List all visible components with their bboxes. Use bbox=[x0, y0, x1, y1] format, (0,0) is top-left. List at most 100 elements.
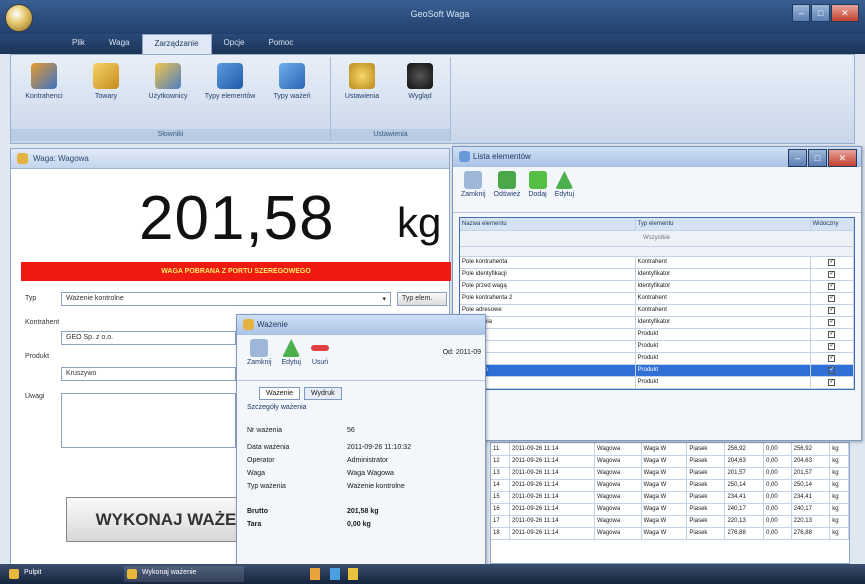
close-list-button[interactable]: Zamknij bbox=[461, 171, 486, 212]
element-visible-cell: ✓ bbox=[810, 304, 854, 317]
notes-textarea[interactable] bbox=[61, 393, 236, 448]
contractor-field[interactable]: GEO Sp. z o.o. bbox=[61, 331, 236, 345]
table-cell: 2011-09-26 11:14 bbox=[509, 515, 596, 528]
app-menu-button[interactable] bbox=[5, 4, 33, 32]
visible-checkbox[interactable]: ✓ bbox=[828, 366, 836, 374]
table-cell: kg bbox=[829, 515, 849, 528]
contractors-button[interactable]: Kontrahenci bbox=[15, 63, 73, 121]
maximize-button[interactable]: □ bbox=[807, 149, 827, 167]
table-row[interactable]: 13 2011-09-26 11:14 Wagowa Waga W Piasek 201,… bbox=[491, 467, 849, 480]
appearance-icon bbox=[407, 63, 433, 89]
refresh-button[interactable]: Odśwież bbox=[494, 171, 520, 212]
delete-weighing-button[interactable]: Usuń bbox=[310, 339, 329, 380]
column-header-name[interactable]: Nazwa elementu bbox=[460, 218, 636, 231]
column-header-visible[interactable]: Widoczny bbox=[810, 218, 854, 231]
users-button[interactable]: Użytkownicy bbox=[139, 63, 197, 121]
table-cell: 250,14 bbox=[791, 479, 831, 492]
minimize-button[interactable]: – bbox=[788, 149, 807, 167]
product-field[interactable]: Kruszywo bbox=[61, 367, 236, 381]
close-weighing-button[interactable]: Zamknij bbox=[247, 339, 272, 380]
element-type-button[interactable]: Typ elem. bbox=[397, 292, 447, 306]
list-item[interactable]: Pole przed wagą Identyfikator ✓ bbox=[460, 280, 854, 293]
edit-weighing-button[interactable]: Edytuj bbox=[282, 339, 301, 380]
weight-value: 201,58 bbox=[139, 184, 335, 253]
list-item[interactable]: Pole adresowe Kontrahent ✓ bbox=[460, 304, 854, 317]
table-row[interactable]: 14 2011-09-26 11:14 Wagowa Waga W Piasek 250,… bbox=[491, 479, 849, 492]
table-cell: kg bbox=[829, 503, 849, 516]
table-row[interactable]: 12 2011-09-26 11:14 Wagowa Waga W Piasek 204,… bbox=[491, 455, 849, 468]
element-type: Produkt bbox=[635, 340, 811, 353]
appearance-button[interactable]: Wygląd bbox=[391, 63, 449, 121]
table-cell: Waga W bbox=[641, 443, 688, 456]
visible-checkbox[interactable]: ✓ bbox=[828, 306, 836, 314]
element-name: Nr ważenia bbox=[460, 316, 636, 329]
visible-checkbox[interactable]: ✓ bbox=[828, 342, 836, 350]
settings-button[interactable]: Ustawienia bbox=[333, 63, 391, 121]
taskbar-item-desktop[interactable]: Pulpit bbox=[6, 566, 106, 582]
tab-weighing[interactable]: Ważenie bbox=[259, 387, 300, 400]
tab-help[interactable]: Pomoc bbox=[256, 34, 305, 54]
visible-checkbox[interactable]: ✓ bbox=[828, 318, 836, 326]
maximize-button[interactable]: □ bbox=[811, 4, 830, 22]
table-cell: Piasek bbox=[686, 491, 726, 504]
visible-checkbox[interactable]: ✓ bbox=[828, 354, 836, 362]
close-button[interactable]: ✕ bbox=[827, 149, 857, 167]
visible-checkbox[interactable]: ✓ bbox=[828, 294, 836, 302]
element-type: Identyfikator bbox=[635, 268, 811, 281]
detail-row: Typ ważenia Ważenie kontrolne bbox=[247, 480, 475, 493]
visible-checkbox[interactable]: ✓ bbox=[828, 258, 836, 266]
table-cell: 2011-09-26 11:14 bbox=[509, 455, 596, 468]
date-filter[interactable]: Od: 2011-09 bbox=[443, 349, 481, 356]
list-item[interactable]: WęgielProdukt ✓ bbox=[460, 376, 854, 389]
weighing-types-button[interactable]: Typy ważeń bbox=[263, 63, 321, 121]
visible-checkbox[interactable]: ✓ bbox=[828, 270, 836, 278]
visible-checkbox[interactable]: ✓ bbox=[828, 282, 836, 290]
element-visible-cell: ✓ bbox=[810, 340, 854, 353]
list-item[interactable]: ŻwirProdukt ✓ bbox=[460, 352, 854, 365]
add-button[interactable]: Dodaj bbox=[528, 171, 547, 212]
table-cell: Wagowa bbox=[594, 491, 642, 504]
tray-icon[interactable] bbox=[330, 568, 340, 580]
table-row[interactable]: 16 2011-09-26 11:14 Wagowa Waga W Piasek 240,… bbox=[491, 503, 849, 516]
minimize-button[interactable]: – bbox=[792, 4, 811, 22]
close-button[interactable]: ✕ bbox=[830, 4, 859, 22]
list-item[interactable]: PiasekProdukt ✓ bbox=[460, 340, 854, 353]
tab-management[interactable]: Zarządzanie bbox=[141, 34, 212, 54]
tray-icon[interactable] bbox=[310, 568, 320, 580]
element-name: Pole adresowe bbox=[460, 304, 636, 317]
column-header-type[interactable]: Typ elementu bbox=[635, 218, 811, 231]
type-select[interactable]: Ważenie kontrolne ▾ bbox=[61, 292, 391, 306]
table-row[interactable]: 15 2011-09-26 11:14 Wagowa Waga W Piasek 234,… bbox=[491, 491, 849, 504]
visible-checkbox[interactable]: ✓ bbox=[828, 330, 836, 338]
list-item[interactable]: Pole kontrahenta Kontrahent ✓ bbox=[460, 256, 854, 269]
tab-print[interactable]: Wydruk bbox=[303, 387, 342, 400]
tab-file[interactable]: Plik bbox=[60, 34, 97, 54]
list-item[interactable]: Nr ważeniaIdentyfikator ✓ bbox=[460, 316, 854, 329]
edit-button[interactable]: Edytuj bbox=[555, 171, 574, 212]
table-cell: 11 bbox=[491, 443, 510, 456]
list-item[interactable]: TowarProdukt ✓ bbox=[460, 328, 854, 341]
products-button[interactable]: Towary bbox=[77, 63, 135, 121]
element-visible-cell: ✓ bbox=[810, 328, 854, 341]
detail-value: 56 bbox=[347, 426, 355, 434]
tab-scale[interactable]: Waga bbox=[97, 34, 142, 54]
tab-options[interactable]: Opcje bbox=[212, 34, 257, 54]
table-cell: Piasek bbox=[686, 527, 726, 540]
element-types-button[interactable]: Typy elementów bbox=[201, 63, 259, 121]
table-row[interactable]: 11 2011-09-26 11:14 Wagowa Waga W Piasek 256,… bbox=[491, 443, 849, 456]
tray-icon[interactable] bbox=[348, 568, 358, 580]
filter-row[interactable]: Wszystkie bbox=[460, 230, 854, 247]
visible-checkbox[interactable]: ✓ bbox=[828, 378, 836, 386]
list-item[interactable]: Pole identyfikacji Identyfikator ✓ bbox=[460, 268, 854, 281]
table-cell: 0,00 bbox=[763, 467, 792, 480]
table-row[interactable]: 18 2011-09-26 11:14 Wagowa Waga W Piasek 276,… bbox=[491, 527, 849, 540]
list-item[interactable]: Pole kontrahenta 2 Kontrahent ✓ bbox=[460, 292, 854, 305]
element-name: Żwir bbox=[460, 352, 636, 365]
list-item[interactable]: KruszywoProdukt ✓ bbox=[460, 364, 854, 377]
close-list-label: Zamknij bbox=[461, 191, 486, 198]
table-row[interactable]: 17 2011-09-26 11:14 Wagowa Waga W Piasek 220,… bbox=[491, 515, 849, 528]
delete-icon bbox=[310, 345, 329, 351]
detail-label: Nr ważenia bbox=[247, 426, 283, 434]
table-cell: Waga W bbox=[641, 491, 688, 504]
taskbar-item-weighing[interactable]: Wykonaj ważenie bbox=[124, 566, 244, 582]
